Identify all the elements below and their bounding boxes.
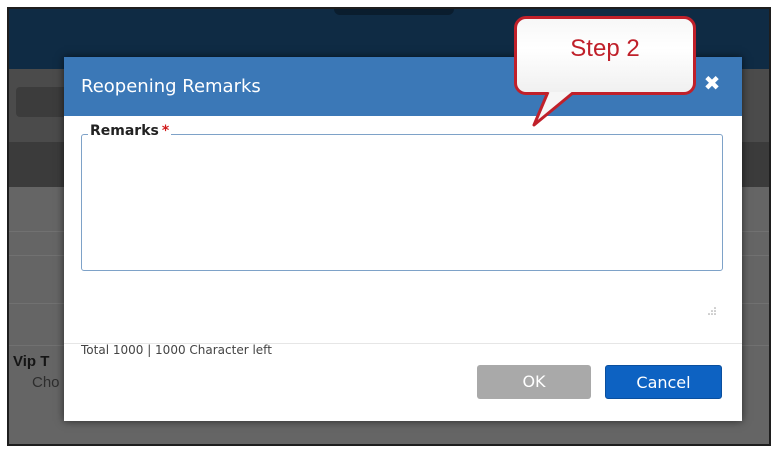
background-field-value: Cho <box>32 374 60 391</box>
dialog-title: Reopening Remarks <box>81 76 261 97</box>
reopening-remarks-dialog: Reopening Remarks ✖ Remarks * Total 1000 … <box>64 57 742 421</box>
remarks-textarea[interactable] <box>83 140 725 273</box>
ok-button[interactable]: OK <box>477 365 591 399</box>
dialog-footer: OK Cancel <box>64 343 742 421</box>
remarks-label-text: Remarks <box>90 123 159 139</box>
required-marker: * <box>161 123 170 139</box>
callout-pointer-icon <box>532 92 575 127</box>
step-callout: Step 2 <box>514 16 696 95</box>
resize-grip-icon[interactable] <box>707 306 716 315</box>
dialog-body: Remarks * Total 1000 | 1000 Character lef… <box>64 116 742 357</box>
cancel-button[interactable]: Cancel <box>605 365 722 399</box>
step-callout-text: Step 2 <box>570 35 640 62</box>
remarks-label: Remarks * <box>88 123 172 139</box>
close-icon[interactable]: ✖ <box>700 69 724 97</box>
background-field-label: Vip T <box>13 353 50 370</box>
topbar-notch <box>334 9 454 15</box>
